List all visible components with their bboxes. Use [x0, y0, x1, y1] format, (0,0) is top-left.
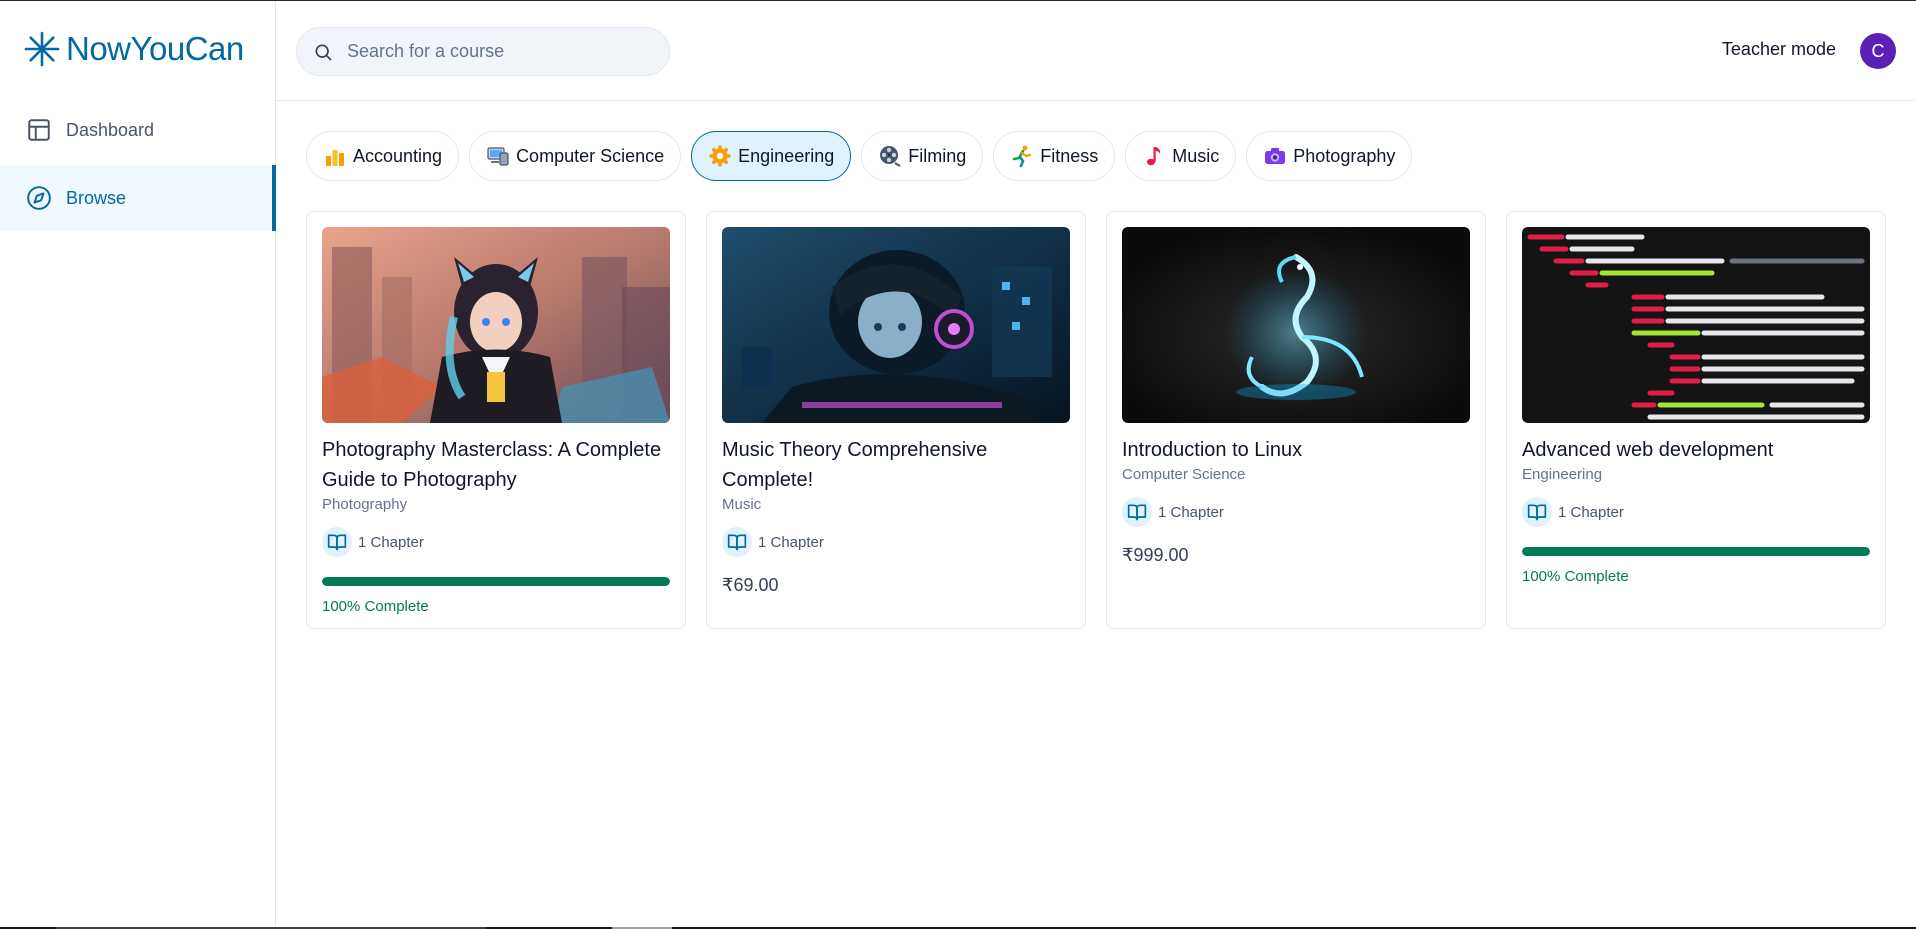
- book-open-icon: [727, 534, 747, 551]
- search-input[interactable]: [347, 41, 647, 62]
- category-chip-label: Filming: [908, 145, 967, 166]
- course-title: Advanced web development: [1522, 439, 1774, 461]
- course-card[interactable]: Introduction to Linux Computer Science 1…: [1106, 211, 1486, 629]
- category-chip-accounting[interactable]: Accounting: [306, 131, 460, 181]
- sidebar-item-browse[interactable]: Browse: [0, 165, 276, 231]
- sidebar-item-label: Dashboard: [66, 119, 155, 140]
- category-chip-label: Computer Science: [516, 145, 665, 166]
- category-chip-label: Fitness: [1040, 145, 1099, 166]
- avatar[interactable]: C: [1860, 33, 1896, 69]
- course-thumbnail: [1122, 227, 1470, 423]
- course-progress-label: 100% Complete: [322, 598, 429, 615]
- course-chapter-count: 1 Chapter: [1122, 497, 1470, 527]
- layout-icon: [28, 119, 50, 141]
- course-chapter-count: 1 Chapter: [722, 527, 1070, 557]
- category-chip-label: Engineering: [738, 145, 835, 166]
- course-progress-label: 100% Complete: [1522, 568, 1629, 585]
- course-card[interactable]: Photography Masterclass: A Complete Guid…: [306, 211, 686, 629]
- category-filter-bar: Accounting Computer Science Engineering …: [306, 131, 1413, 181]
- course-price: ₹999.00: [1122, 545, 1189, 565]
- course-thumbnail: [1522, 227, 1870, 423]
- app-logo[interactable]: NowYouCan: [24, 29, 244, 69]
- category-chip-label: Accounting: [353, 145, 443, 166]
- course-progress-bar: [1522, 547, 1870, 556]
- category-chip-music[interactable]: Music: [1125, 131, 1237, 181]
- course-category: Engineering: [1522, 466, 1603, 483]
- course-grid: Photography Masterclass: A Complete Guid…: [306, 211, 1886, 629]
- book-open-icon: [327, 534, 347, 551]
- sidebar: NowYouCan Dashboard Browse: [0, 1, 276, 929]
- course-price: ₹69.00: [722, 575, 779, 595]
- camera-icon: [1265, 148, 1286, 164]
- music-note-icon: [1147, 147, 1161, 166]
- sidebar-item-dashboard[interactable]: Dashboard: [0, 97, 276, 163]
- film-reel-icon: [880, 146, 901, 167]
- gear-icon: [709, 145, 731, 167]
- category-chip-engineering[interactable]: Engineering: [691, 131, 852, 181]
- chapter-count-label: 1 Chapter: [1558, 503, 1624, 521]
- course-thumbnail: [322, 227, 670, 423]
- category-chip-filming[interactable]: Filming: [861, 131, 984, 181]
- course-progress-fill: [322, 577, 670, 586]
- course-category: Photography: [322, 496, 408, 513]
- book-open-icon: [1127, 504, 1147, 521]
- course-chapter-count: 1 Chapter: [322, 527, 670, 557]
- category-chip-fitness[interactable]: Fitness: [993, 131, 1116, 181]
- book-open-icon: [1527, 504, 1547, 521]
- running-person-icon: [1012, 145, 1032, 168]
- sidebar-item-label: Browse: [66, 187, 127, 208]
- category-chip-label: Photography: [1293, 145, 1396, 166]
- course-chapter-count: 1 Chapter: [1522, 497, 1870, 527]
- course-title: Introduction to Linux: [1122, 439, 1303, 461]
- computer-icon: [487, 147, 509, 166]
- compass-icon: [27, 186, 51, 210]
- search-bar[interactable]: [296, 27, 670, 76]
- course-title: Photography Masterclass: A Complete Guid…: [322, 439, 662, 491]
- course-progress-fill: [1522, 547, 1870, 556]
- bar-chart-icon: [326, 150, 344, 166]
- category-chip-label: Music: [1172, 145, 1220, 166]
- teacher-mode-button[interactable]: Teacher mode: [1722, 39, 1836, 60]
- course-category: Music: [722, 496, 762, 513]
- category-chip-computer-science[interactable]: Computer Science: [469, 131, 682, 181]
- app-name: NowYouCan: [66, 30, 244, 67]
- course-progress-bar: [322, 577, 670, 586]
- chapter-count-label: 1 Chapter: [1158, 503, 1224, 521]
- category-chip-photography[interactable]: Photography: [1246, 131, 1413, 181]
- course-thumbnail: [722, 227, 1070, 423]
- course-category: Computer Science: [1122, 466, 1246, 483]
- chapter-count-label: 1 Chapter: [358, 533, 424, 551]
- course-card[interactable]: Music Theory Comprehensive Complete! Mus…: [706, 211, 1086, 629]
- top-header: Teacher mode C: [276, 1, 1916, 101]
- course-card[interactable]: Advanced web development Engineering 1 C…: [1506, 211, 1886, 629]
- search-icon: [315, 44, 332, 60]
- chapter-count-label: 1 Chapter: [758, 533, 824, 551]
- course-title: Music Theory Comprehensive Complete!: [722, 439, 988, 491]
- logo-asterisk-icon: [24, 31, 60, 67]
